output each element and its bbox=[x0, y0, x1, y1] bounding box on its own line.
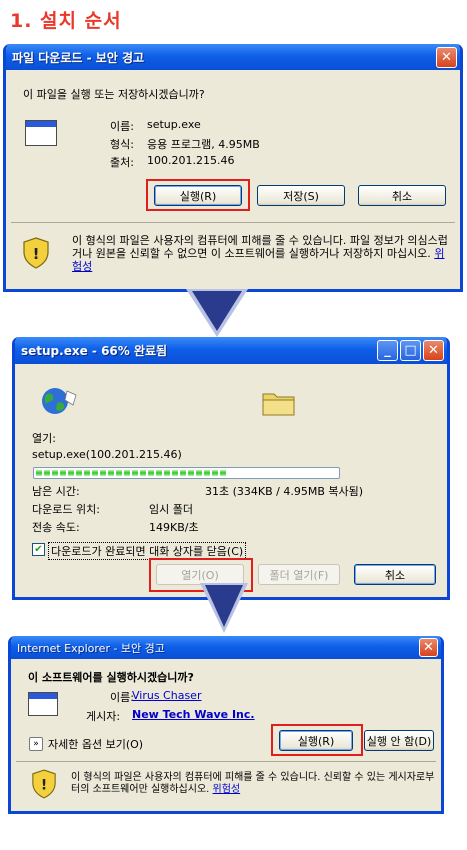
close-icon[interactable]: ✕ bbox=[419, 638, 438, 657]
progress-segment bbox=[204, 470, 210, 476]
progress-segment bbox=[108, 470, 114, 476]
close-icon[interactable]: ✕ bbox=[423, 340, 444, 361]
svg-text:!: ! bbox=[33, 245, 40, 263]
type-value: 응용 프로그램, 4.95MB bbox=[147, 138, 260, 151]
progress-segment bbox=[212, 470, 218, 476]
progress-segment bbox=[124, 470, 130, 476]
progress-segment bbox=[132, 470, 138, 476]
dialog1-warning-area bbox=[11, 222, 455, 223]
run-software-button[interactable]: 실행(R) bbox=[279, 730, 353, 751]
application-icon bbox=[25, 120, 57, 146]
dialog3-warning-text: 이 형식의 파일은 사용자의 컴퓨터에 피해를 줄 수 있습니다. 신뢰할 수 … bbox=[71, 772, 437, 796]
globe-icon bbox=[42, 388, 77, 414]
dialog3-warning-area bbox=[16, 761, 436, 762]
shield-warning-icon: ! bbox=[32, 769, 56, 799]
file-download-dialog: 파일 다운로드 - 보안 경고 ✕ 이 파일을 실행 또는 저장하시겠습니까? … bbox=[3, 44, 463, 292]
dont-run-button[interactable]: 실행 안 함(D) bbox=[364, 730, 434, 751]
close-on-complete-checkbox[interactable]: ✔ bbox=[32, 543, 45, 556]
dialog1-title: 파일 다운로드 - 보안 경고 bbox=[12, 50, 145, 65]
page-title: 1. 설치 순서 bbox=[10, 10, 122, 32]
dialog1-titlebar[interactable]: 파일 다운로드 - 보안 경고 bbox=[6, 44, 460, 70]
more-options-toggle[interactable]: » 자세한 옵션 보기(O) bbox=[29, 736, 143, 752]
progress-segment bbox=[100, 470, 106, 476]
dialog1-warning-body: 이 형식의 파일은 사용자의 컴퓨터에 피해를 줄 수 있습니다. 파일 정보가… bbox=[72, 234, 448, 260]
open-folder-button[interactable]: 폴더 열기(F) bbox=[258, 564, 340, 585]
close-icon[interactable]: ✕ bbox=[436, 47, 457, 68]
file-source: setup.exe(100.201.215.46) bbox=[32, 448, 182, 461]
progress-segment bbox=[164, 470, 170, 476]
down-arrow-icon bbox=[200, 583, 248, 633]
progress-segment bbox=[220, 470, 226, 476]
publisher-label: 게시자: bbox=[86, 710, 121, 723]
from-label: 출처: bbox=[110, 156, 134, 169]
progress-fill bbox=[36, 470, 226, 476]
progress-segment bbox=[60, 470, 66, 476]
progress-segment bbox=[76, 470, 82, 476]
progress-segment bbox=[52, 470, 58, 476]
progress-segment bbox=[68, 470, 74, 476]
download-to-value: 임시 폴더 bbox=[149, 503, 193, 516]
progress-segment bbox=[36, 470, 42, 476]
run-button[interactable]: 실행(R) bbox=[154, 185, 242, 206]
minimize-icon[interactable]: _ bbox=[377, 340, 398, 361]
folder-icon bbox=[262, 393, 295, 416]
progress-segment bbox=[196, 470, 202, 476]
software-name-label: 이름: bbox=[110, 691, 134, 704]
dialog3-title: Internet Explorer - 보안 경고 bbox=[17, 641, 165, 655]
progress-segment bbox=[44, 470, 50, 476]
cancel-download-button[interactable]: 취소 bbox=[354, 564, 436, 585]
open-button[interactable]: 열기(O) bbox=[156, 564, 244, 585]
more-options-label: 자세한 옵션 보기(O) bbox=[48, 738, 144, 751]
name-label: 이름: bbox=[110, 120, 134, 133]
cancel-button[interactable]: 취소 bbox=[358, 185, 446, 206]
type-label: 형식: bbox=[110, 138, 134, 151]
progress-segment bbox=[116, 470, 122, 476]
from-value: 100.201.215.46 bbox=[147, 154, 235, 167]
progress-segment bbox=[92, 470, 98, 476]
download-progress-bar bbox=[33, 467, 340, 479]
dialog3-titlebar[interactable]: Internet Explorer - 보안 경고 bbox=[11, 636, 441, 659]
publisher-link[interactable]: New Tech Wave Inc. bbox=[132, 708, 255, 721]
progress-segment bbox=[148, 470, 154, 476]
maximize-icon[interactable]: □ bbox=[400, 340, 421, 361]
rate-label: 전송 속도: bbox=[32, 521, 80, 534]
application-icon bbox=[28, 692, 58, 716]
chevron-down-icon: » bbox=[29, 737, 43, 751]
save-button[interactable]: 저장(S) bbox=[257, 185, 345, 206]
download-to-label: 다운로드 위치: bbox=[32, 503, 100, 516]
software-name-link[interactable]: Virus Chaser bbox=[132, 689, 201, 702]
dialog2-title: setup.exe - 66% 완료됨 bbox=[21, 344, 168, 358]
progress-segment bbox=[172, 470, 178, 476]
down-arrow-icon bbox=[186, 289, 248, 337]
shield-warning-icon: ! bbox=[23, 237, 49, 269]
progress-segment bbox=[188, 470, 194, 476]
dialog3-warning-body: 이 형식의 파일은 사용자의 컴퓨터에 피해를 줄 수 있습니다. 신뢰할 수 … bbox=[71, 772, 435, 795]
open-label: 열기: bbox=[32, 432, 56, 445]
dialog3-question: 이 소프트웨어를 실행하시겠습니까? bbox=[28, 671, 194, 684]
progress-segment bbox=[180, 470, 186, 476]
download-progress-dialog: setup.exe - 66% 완료됨 _ □ ✕ 열기: setup.exe(… bbox=[12, 337, 450, 600]
progress-segment bbox=[140, 470, 146, 476]
ie-security-dialog: Internet Explorer - 보안 경고 ✕ 이 소프트웨어를 실행하… bbox=[8, 636, 444, 814]
remaining-label: 남은 시간: bbox=[32, 485, 80, 498]
svg-text:!: ! bbox=[41, 778, 47, 794]
rate-value: 149KB/초 bbox=[149, 521, 199, 534]
risk-link[interactable]: 위험성 bbox=[213, 784, 241, 795]
name-value: setup.exe bbox=[147, 118, 201, 131]
dialog1-warning-text: 이 형식의 파일은 사용자의 컴퓨터에 피해를 줄 수 있습니다. 파일 정보가… bbox=[72, 234, 454, 273]
remaining-value: 31초 (334KB / 4.95MB 복사됨) bbox=[205, 485, 364, 498]
progress-segment bbox=[156, 470, 162, 476]
dialog1-question: 이 파일을 실행 또는 저장하시겠습니까? bbox=[23, 88, 205, 101]
progress-segment bbox=[84, 470, 90, 476]
